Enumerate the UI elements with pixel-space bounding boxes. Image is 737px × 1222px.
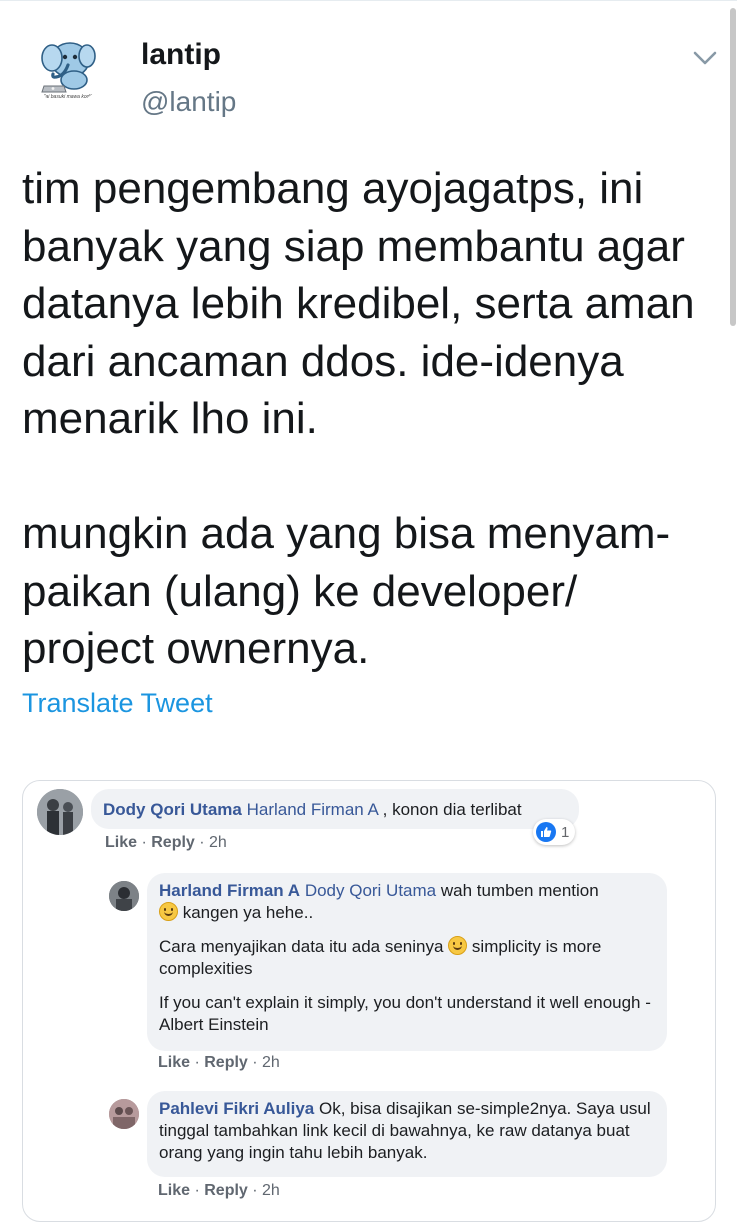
display-name[interactable]: lantip bbox=[141, 38, 221, 72]
comment-mention[interactable]: Dody Qori Utama bbox=[305, 881, 436, 900]
like-reaction-icon bbox=[536, 822, 556, 842]
comment-text: If you can't explain it simply, you don'… bbox=[159, 993, 651, 1034]
reply-link[interactable]: Reply bbox=[204, 1182, 248, 1199]
like-link[interactable]: Like bbox=[158, 1182, 190, 1199]
meta-separator: · bbox=[190, 1182, 205, 1199]
comment-bubble-dody: Dody Qori Utama Harland Firman A , konon… bbox=[91, 789, 579, 829]
comment-avatar-pahlevi bbox=[109, 1099, 139, 1129]
elephant-mascot-icon bbox=[41, 42, 96, 93]
reply-link[interactable]: Reply bbox=[204, 1054, 248, 1071]
meta-separator: · bbox=[190, 1054, 205, 1071]
reaction-badge[interactable]: 1 bbox=[533, 819, 576, 845]
comment-text: wah tumben mention bbox=[436, 881, 599, 900]
comment-author[interactable]: Dody Qori Utama bbox=[103, 800, 242, 819]
comment-time[interactable]: 2h bbox=[262, 1054, 280, 1071]
reaction-count: 1 bbox=[561, 823, 570, 841]
comment-time[interactable]: 2h bbox=[209, 834, 227, 851]
comment-author[interactable]: Harland Firman A bbox=[159, 881, 300, 900]
profile-avatar[interactable]: "ai basuki mawa kodi" bbox=[30, 30, 104, 104]
meta-separator: · bbox=[194, 834, 210, 851]
avatar-caption: "ai basuki mawa kodi" bbox=[43, 94, 93, 100]
comment-bubble-pahlevi: Pahlevi Fikri Auliya Ok, bisa disajikan … bbox=[147, 1091, 667, 1177]
like-link[interactable]: Like bbox=[105, 834, 137, 851]
comment-avatar-harland bbox=[109, 881, 139, 911]
meta-separator: · bbox=[137, 834, 152, 851]
smiley-emoji-icon bbox=[448, 936, 468, 955]
tweet-text: tim pengembang ayojagatps, ini banyak ya… bbox=[22, 164, 695, 673]
comment-actions: Like · Reply · 2h bbox=[158, 1054, 280, 1072]
comment-bubble-harland: Harland Firman A Dody Qori Utama wah tum… bbox=[147, 873, 667, 1051]
comment-actions: Like · Reply · 2h bbox=[105, 834, 227, 852]
comment-mention[interactable]: Harland Firman A bbox=[247, 800, 378, 819]
comment-time[interactable]: 2h bbox=[262, 1182, 280, 1199]
comment-text: kangen ya hehe.. bbox=[178, 903, 314, 922]
embedded-comment-screenshot[interactable]: Dody Qori Utama Harland Firman A , konon… bbox=[22, 780, 716, 1222]
smiley-emoji-icon bbox=[159, 902, 178, 921]
comment-text: , konon dia terlibat bbox=[377, 800, 522, 819]
user-handle[interactable]: @lantip bbox=[141, 86, 236, 118]
comment-avatar-dody bbox=[37, 789, 83, 835]
comment-actions: Like · Reply · 2h bbox=[158, 1182, 280, 1200]
translate-tweet-link[interactable]: Translate Tweet bbox=[22, 688, 213, 719]
chevron-down-icon[interactable] bbox=[690, 46, 720, 70]
meta-separator: · bbox=[247, 1182, 263, 1199]
reply-link[interactable]: Reply bbox=[151, 834, 195, 851]
top-divider bbox=[0, 0, 737, 1]
like-link[interactable]: Like bbox=[158, 1054, 190, 1071]
comment-author[interactable]: Pahlevi Fikri Auliya bbox=[159, 1099, 314, 1118]
scrollbar[interactable] bbox=[729, 0, 737, 330]
comment-text: Cara menyajikan data itu ada seninya bbox=[159, 937, 449, 956]
meta-separator: · bbox=[247, 1054, 263, 1071]
scrollbar-thumb[interactable] bbox=[730, 8, 736, 326]
